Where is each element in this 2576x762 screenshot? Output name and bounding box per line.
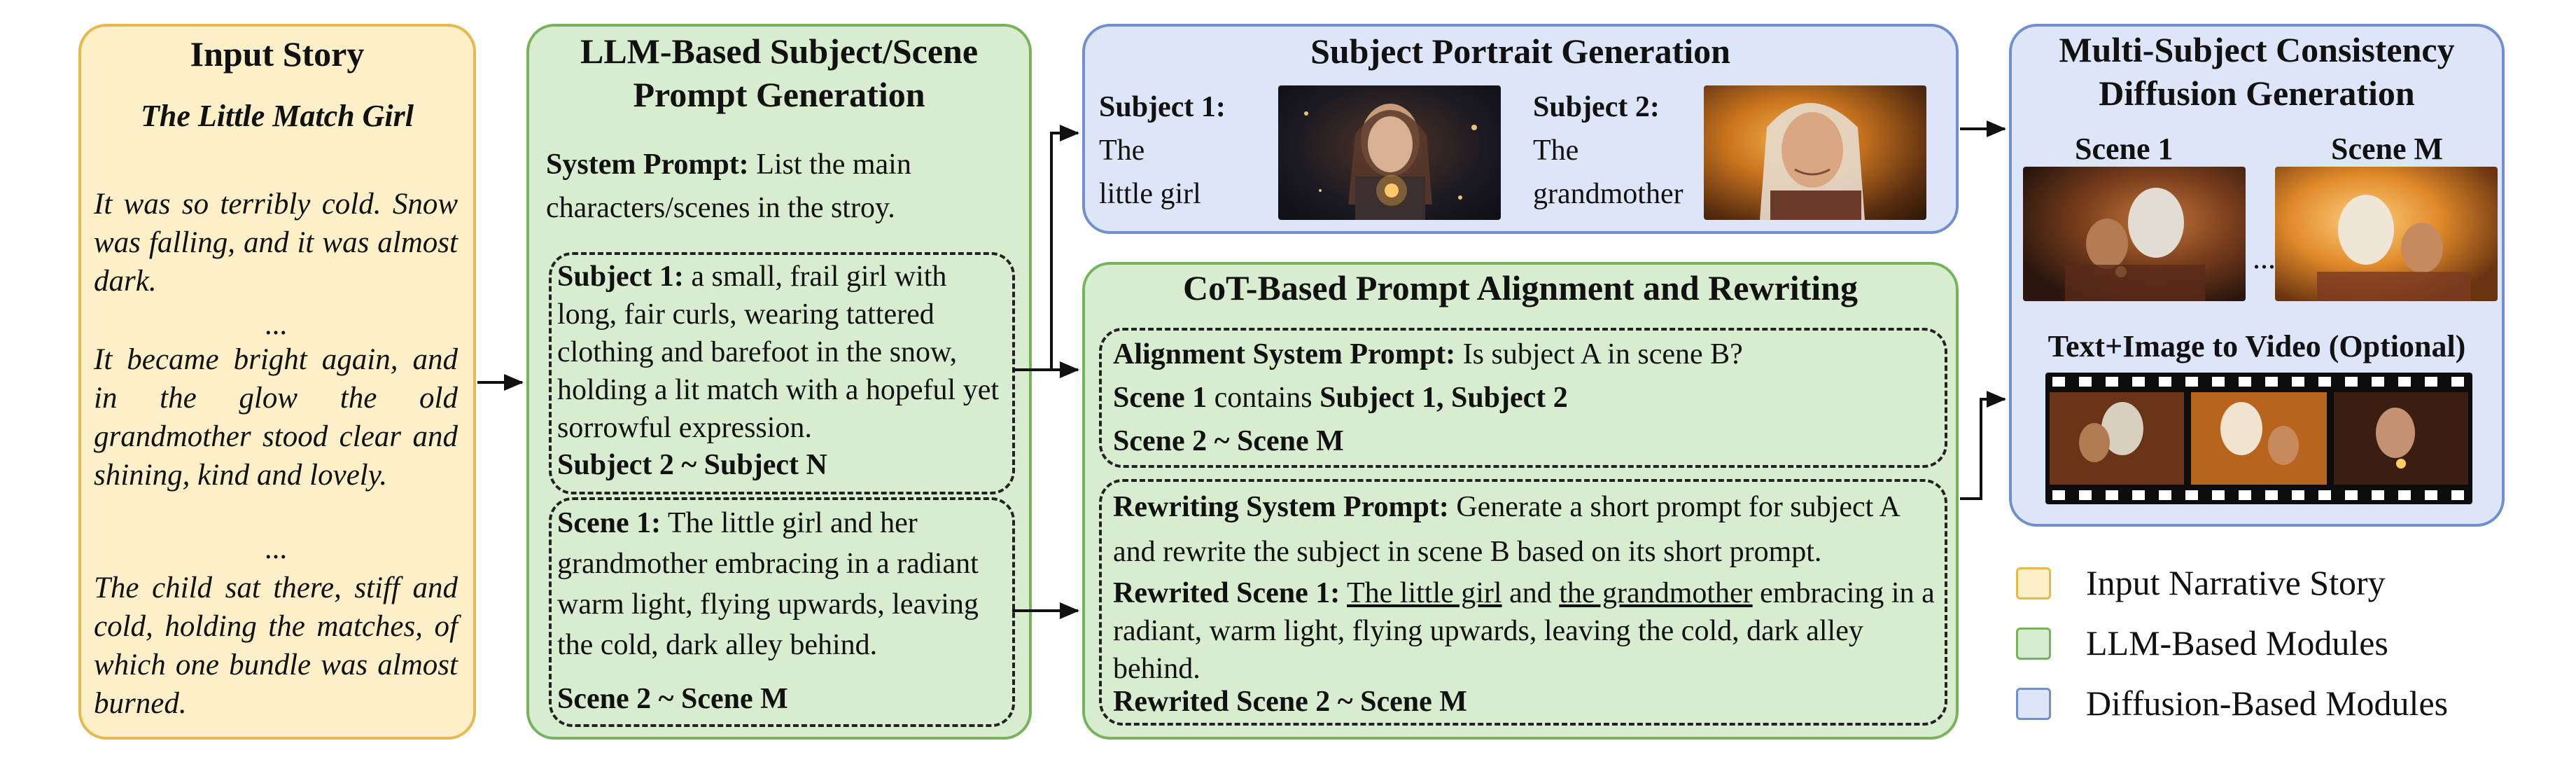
legend-label-input: Input Narrative Story [2086, 563, 2386, 602]
legend-swatch-input [2016, 567, 2051, 600]
legend-swatch-diffusion [2016, 688, 2051, 720]
legend-label-llm: LLM-Based Modules [2086, 623, 2388, 663]
arrow-cot-to-diffusion [1960, 391, 2006, 500]
arrow-llm-to-portrait [1012, 125, 1079, 371]
legend-label-diffusion: Diffusion-Based Modules [2086, 684, 2449, 723]
legend-swatch-llm [2016, 628, 2051, 660]
